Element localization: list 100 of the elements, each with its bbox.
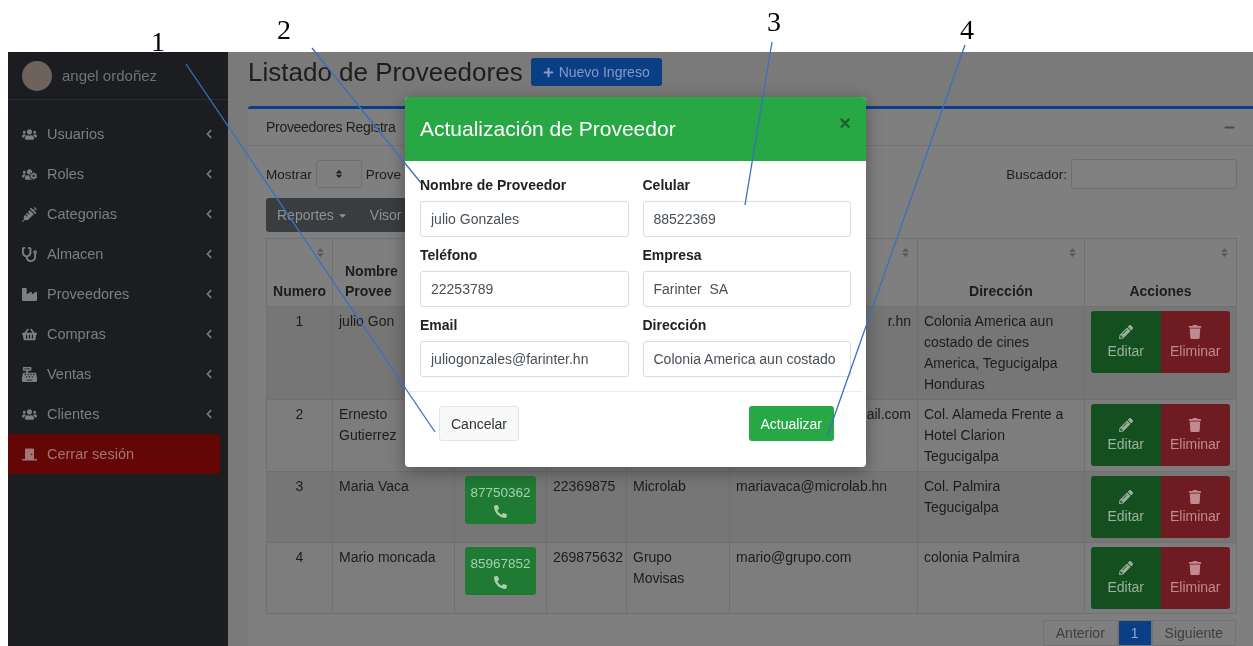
card-title: Proveedores Registra [266,119,396,135]
edit-button[interactable]: Editar [1091,311,1161,373]
table-cell: Col. Palmira Tegucigalpa [917,471,1085,543]
table-cell: 22369875 [553,478,616,494]
entries-select[interactable] [315,160,362,188]
menu-item[interactable]: Roles [8,154,228,194]
table-cell: Microlab [633,478,686,494]
table-cell: 3 [266,471,333,543]
table-cell: Grupo Movisas [633,549,685,586]
edit-button[interactable]: Editar [1091,547,1161,609]
input-field[interactable]: Colonia America aun costado [642,341,851,377]
menu-item[interactable]: Categorias [8,194,228,234]
callout-number: 3 [767,8,781,36]
table-cell: Col. Alameda Frente a Hotel Clarion Tegucigalpa [917,399,1085,472]
sort-icon [333,169,344,179]
table-cell: 2 [266,399,333,472]
table-cell: colonia Palmira [917,542,1085,614]
input-field[interactable]: juliogonzales@farinter.hn [420,341,629,377]
delete-button[interactable]: Eliminar [1160,404,1230,466]
pencil-icon [1118,490,1133,504]
delete-button[interactable]: Eliminar [1160,547,1230,609]
delete-button[interactable]: Eliminar [1160,311,1230,373]
phone-button[interactable]: 87750362 [465,476,536,524]
pencil-icon [1118,325,1133,339]
callout-number: 4 [960,16,974,44]
menu-icon [22,246,37,262]
update-button[interactable]: Actualizar [748,406,834,441]
phone-button[interactable]: 85967852 [465,547,536,595]
user-name: angel ordoñez [62,67,158,84]
menu-item[interactable]: Usuarios [8,114,228,154]
column-label: Acciones [1128,282,1193,301]
table-cell: r.hn [887,313,911,329]
field-label: Dirección [642,317,708,333]
door-icon [22,446,37,462]
input-field[interactable]: 88522369 [642,201,851,237]
page-button[interactable]: 1 [1117,620,1152,646]
table-cell: mariavaca@microlab.hn [736,478,888,494]
table-cell: 4 [266,542,333,614]
cancel-button[interactable]: Cancelar [439,406,520,441]
menu-item[interactable]: Ventas [8,354,228,394]
close-button[interactable]: × [839,111,851,135]
menu-icon [22,166,37,182]
table-cell: 269875632 [553,549,624,565]
callout-number: 2 [277,16,291,44]
field-label: Nombre de Proveedor [420,177,568,193]
column-header[interactable]: Acciones [1084,238,1237,307]
menu-item[interactable]: Compras [8,314,228,354]
plus-icon [542,66,554,78]
trash-icon [1188,418,1203,432]
avatar [22,60,52,91]
table-cell: ail.com [866,406,911,422]
chevron-icon [204,289,214,299]
page-title: Listado de Proveedores [248,56,523,88]
input-field[interactable]: julio Gonzales [420,201,629,237]
table-cell: 1 [266,306,333,400]
column-label: Dirección [968,282,1034,301]
phone-icon [494,505,507,518]
new-button[interactable]: Nuevo Ingreso [530,58,662,86]
callout-number: 1 [151,28,165,56]
page-button[interactable]: Anterior [1042,620,1118,646]
menu-icon [22,206,37,222]
input-field[interactable]: 22253789 [420,271,629,307]
column-header[interactable]: Dirección [917,238,1085,307]
chevron-icon [204,329,214,339]
chevron-icon [204,409,214,419]
page-button[interactable]: Siguiente [1151,620,1236,646]
input-field[interactable]: Farinter SA [642,271,851,307]
edit-button[interactable]: Editar [1091,404,1161,466]
entries-label: Prove [365,166,402,182]
table-cell: Maria Vaca [332,471,455,543]
menu-icon [22,126,37,142]
column-label: Numero [273,282,326,301]
menu-item[interactable]: Proveedores [8,274,228,314]
table-cell: Mario moncada [332,542,455,614]
trash-icon [1188,325,1203,339]
edit-button[interactable]: Editar [1091,476,1161,538]
menu-item[interactable]: Clientes [8,394,228,434]
toolbar-button[interactable]: Visor [358,207,413,223]
search-label: Buscador: [1006,166,1067,182]
column-header[interactable]: Numero [266,238,333,307]
show-label: Mostrar [266,166,312,182]
chevron-icon [204,169,214,179]
column-label: Nombre Provee [345,262,399,301]
menu-icon [22,286,37,302]
trash-icon [1188,490,1203,504]
menu-icon [22,366,37,382]
phone-icon [494,576,507,589]
logout-item[interactable]: Cerrar sesión [8,434,220,474]
field-label: Celular [642,177,691,193]
table-cell: Colonia America aun costado de cines America, Tegucigalpa Honduras [917,306,1085,400]
delete-button[interactable]: Eliminar [1160,476,1230,538]
chevron-icon [204,369,214,379]
trash-icon [1188,561,1203,575]
menu-item[interactable]: Almacen [8,234,228,274]
chevron-icon [204,249,214,259]
modal-title: Actualización de Proveedor [420,117,676,141]
pencil-icon [1118,418,1133,432]
menu-icon [22,326,37,342]
table-cell: mario@grupo.com [736,549,852,565]
pencil-icon [1118,561,1133,575]
